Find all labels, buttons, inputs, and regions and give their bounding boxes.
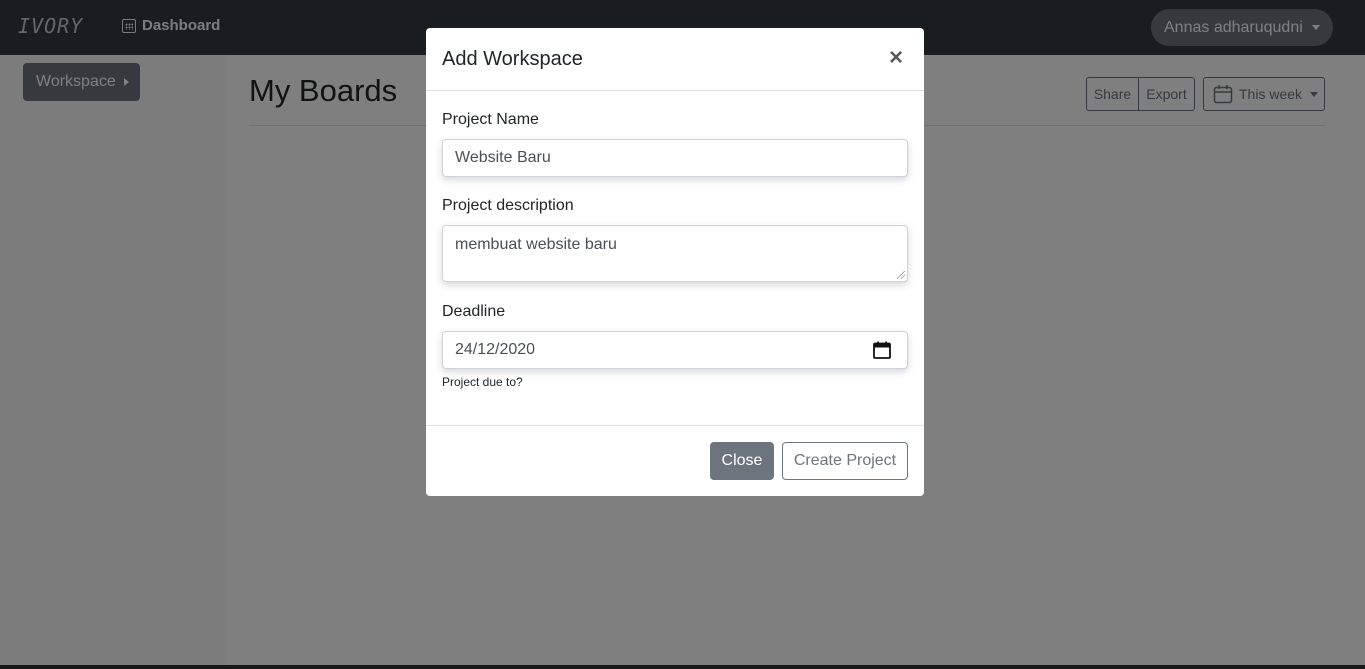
- project-name-input[interactable]: Website Baru: [442, 139, 908, 177]
- project-description-textarea[interactable]: membuat website baru: [442, 225, 908, 282]
- modal-title: Add Workspace: [442, 48, 583, 70]
- modal-footer-divider: [426, 425, 924, 426]
- resize-handle-icon[interactable]: [897, 271, 905, 279]
- modal-header: Add Workspace ×: [426, 28, 924, 91]
- deadline-help-text: Project due to?: [442, 375, 523, 389]
- deadline-date-input[interactable]: 24/12/2020: [442, 331, 908, 369]
- deadline-value: 24/12/2020: [455, 341, 536, 358]
- project-description-value: membuat website baru: [455, 236, 617, 253]
- add-workspace-modal: Add Workspace × Project Name Website Bar…: [426, 28, 924, 496]
- create-project-button[interactable]: Create Project: [782, 442, 908, 480]
- close-icon[interactable]: ×: [889, 46, 903, 70]
- close-button[interactable]: Close: [710, 442, 774, 480]
- calendar-picker-icon[interactable]: [873, 341, 891, 359]
- project-name-label: Project Name: [442, 111, 539, 128]
- project-description-label: Project description: [442, 197, 574, 214]
- deadline-label: Deadline: [442, 303, 506, 320]
